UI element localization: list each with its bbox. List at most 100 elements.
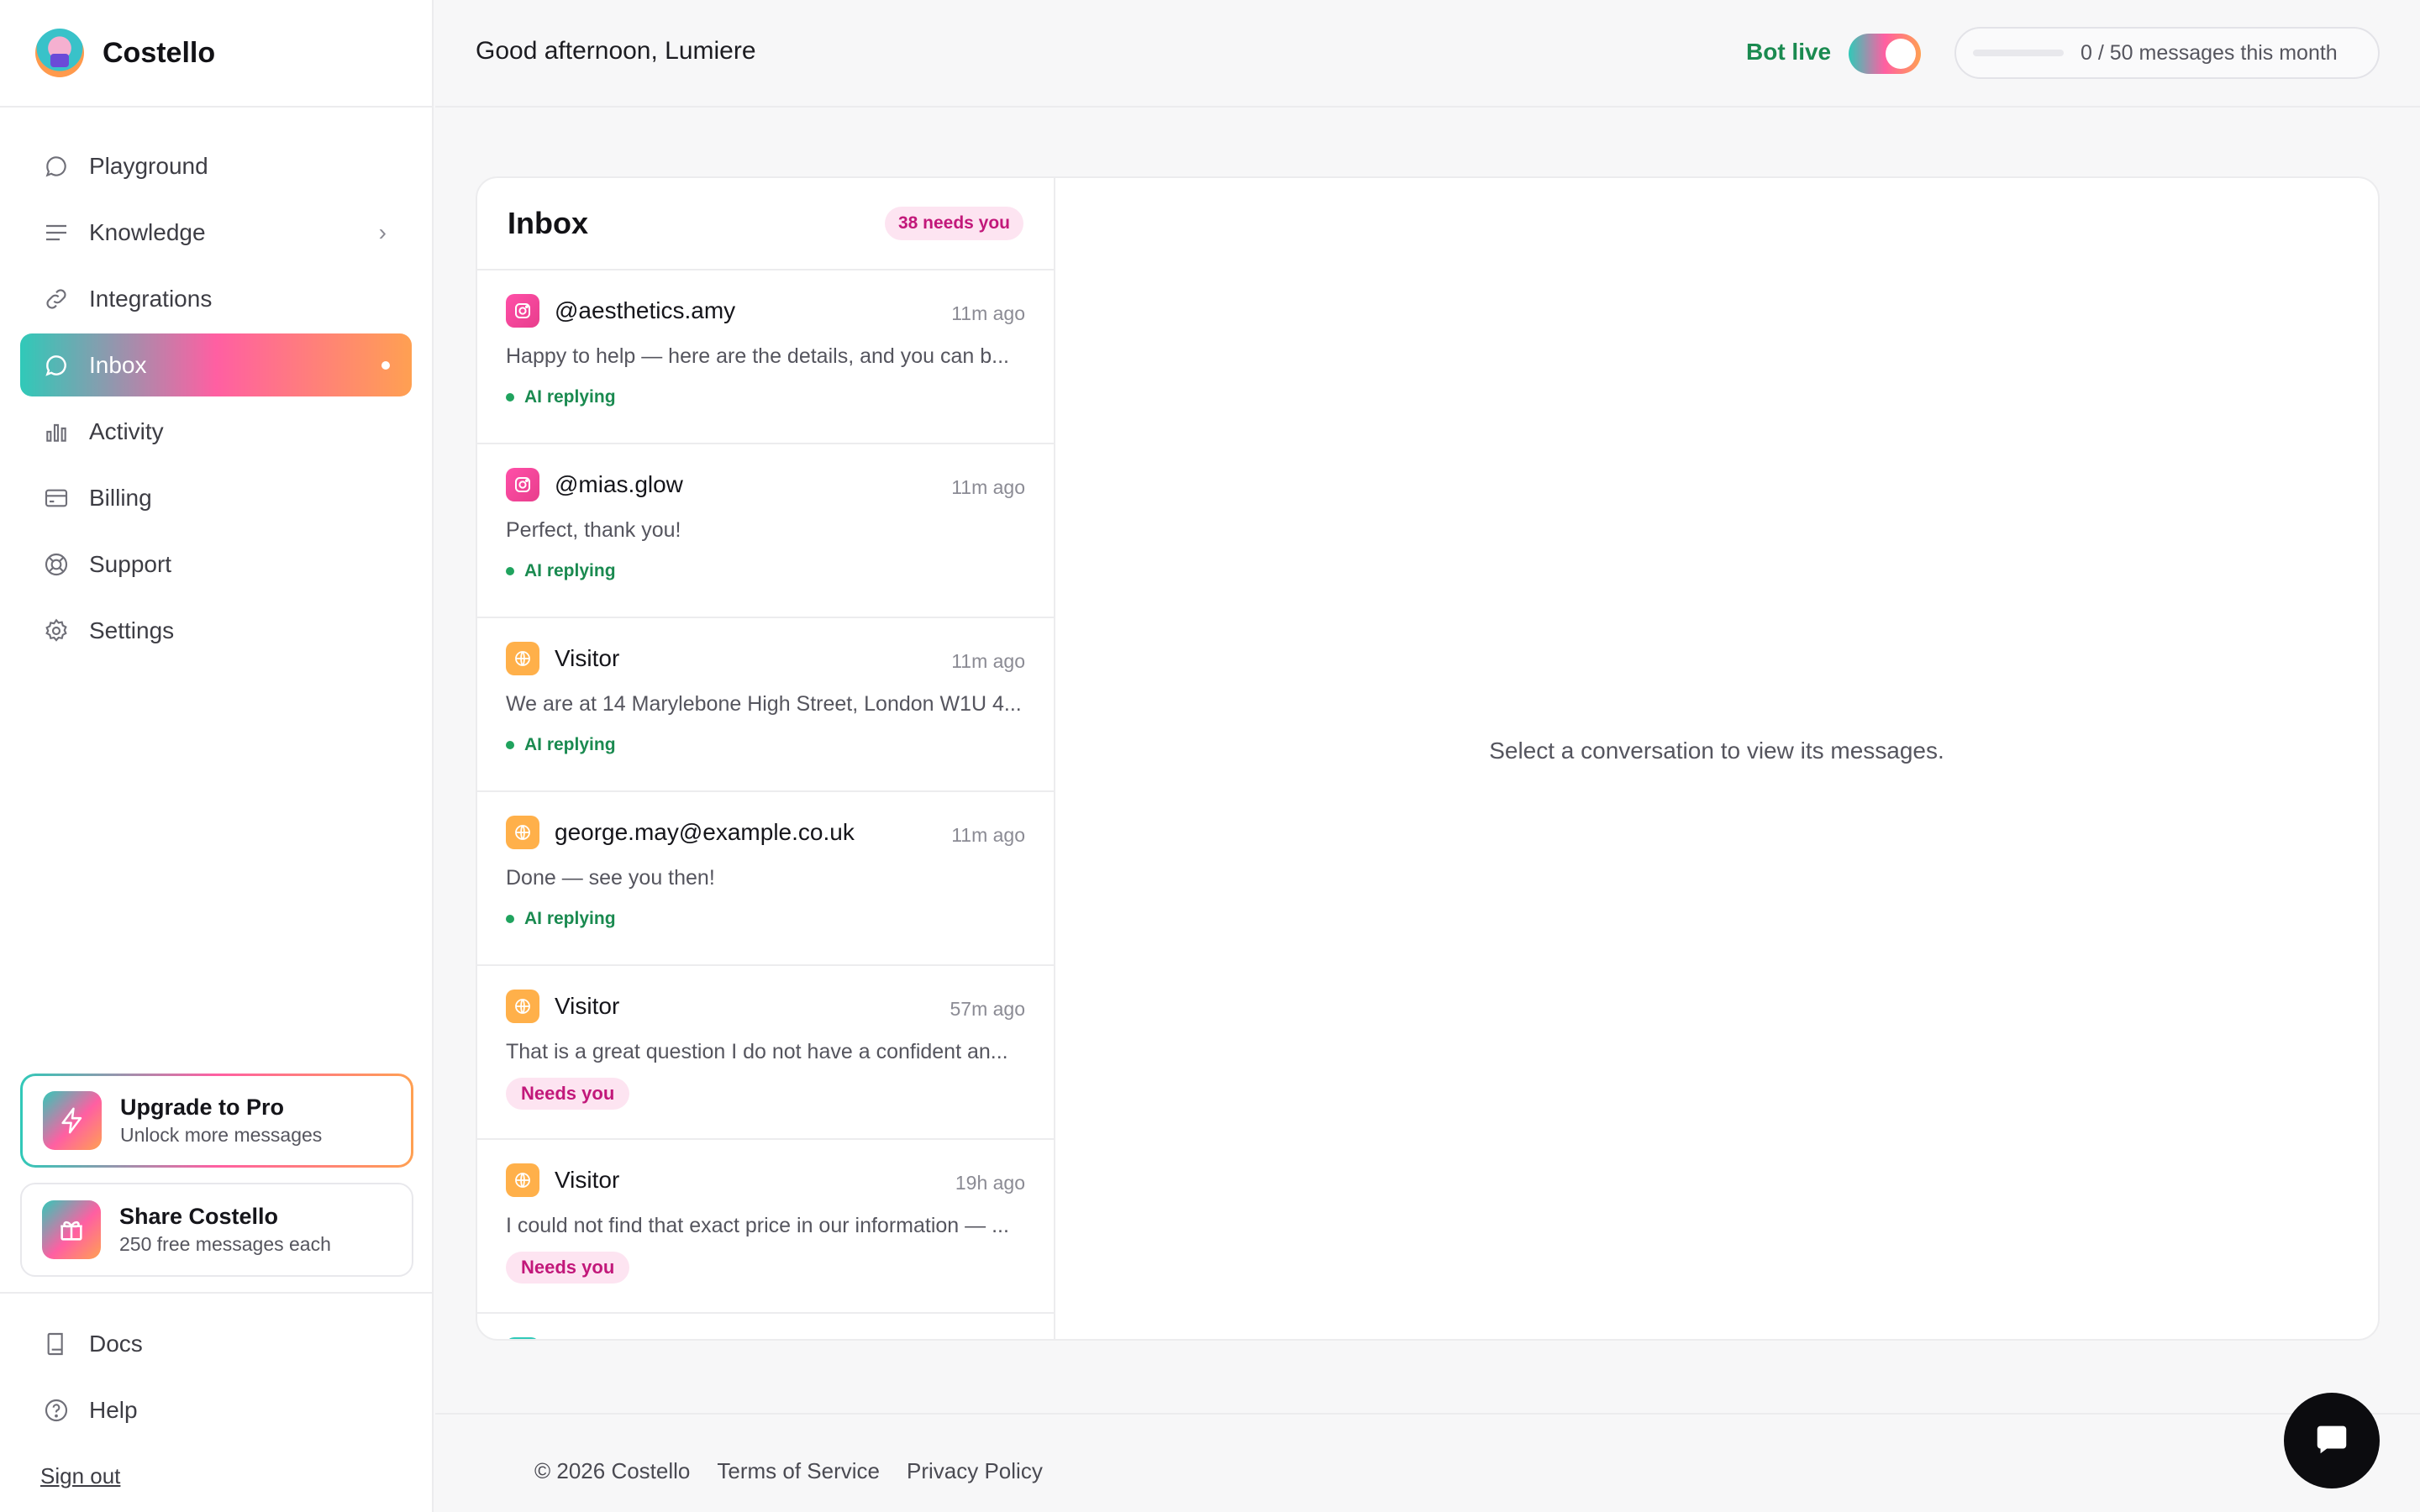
card-icon [42, 484, 71, 512]
ai-replying-status: AI replying [506, 387, 1025, 407]
sidebar-item-knowledge[interactable]: Knowledge › [20, 201, 412, 264]
footer-divider [435, 1413, 2420, 1415]
globe-icon [506, 816, 539, 849]
chat-launcher-button[interactable] [2284, 1393, 2380, 1488]
needs-you-status: Needs you [506, 1252, 630, 1284]
conversation-preview: Done — see you then! [506, 866, 715, 890]
inbox-title: Inbox [508, 206, 588, 240]
top-header: Good afternoon, Lumiere Bot live 0 / 50 … [435, 0, 2420, 108]
sidebar-item-help[interactable]: Help [20, 1378, 413, 1441]
upgrade-subtitle: Unlock more messages [120, 1124, 323, 1146]
usage-text: 0 / 50 messages this month [2081, 40, 2338, 65]
bot-live-toggle[interactable] [1849, 34, 1921, 74]
gift-icon [42, 1200, 101, 1259]
costello-logo-icon [35, 29, 84, 77]
sidebar-item-billing[interactable]: Billing [20, 466, 412, 529]
lines-icon [42, 218, 71, 247]
sidebar-item-label: Help [89, 1396, 138, 1423]
lifebuoy-icon [42, 550, 71, 579]
sidebar-item-label: Integrations [89, 285, 213, 312]
toggle-knob [1886, 39, 1916, 69]
inbox-panel: Inbox 38 needs you @aesthetics.amy 11m a… [476, 176, 2380, 1341]
inbox-header: Inbox 38 needs you [477, 178, 1054, 270]
conversation-name: george.may@example.co.uk [555, 819, 855, 845]
conversation-item-partial[interactable] [477, 1314, 1054, 1339]
bottom-nav: Docs Help [0, 1312, 434, 1445]
copyright-text: © 2026 Costello [534, 1458, 691, 1483]
upgrade-to-pro-card[interactable]: Upgrade to Pro Unlock more messages [20, 1074, 413, 1168]
needs-you-badge[interactable]: 38 needs you [884, 207, 1023, 240]
terms-of-service-link[interactable]: Terms of Service [717, 1458, 880, 1484]
sidebar-item-docs[interactable]: Docs [20, 1312, 413, 1375]
globe-icon [506, 642, 539, 675]
conversation-preview: Happy to help — here are the details, an… [506, 344, 1009, 368]
greeting: Good afternoon, Lumiere [476, 37, 756, 65]
conversation-preview: I could not find that exact price in our… [506, 1214, 1009, 1237]
chat-bubble-icon [2312, 1420, 2351, 1462]
sidebar-item-label: Knowledge [89, 218, 206, 245]
globe-icon [506, 990, 539, 1023]
conversation-name: Visitor [555, 993, 620, 1019]
sidebar: Costello Playground Knowledge › Integrat… [0, 0, 434, 1512]
chevron-right-icon: › [378, 218, 387, 245]
sidebar-divider [0, 1292, 434, 1294]
chat-bubble-icon [42, 152, 71, 181]
conversation-time: 11m ago [951, 824, 1025, 846]
sidebar-item-support[interactable]: Support [20, 533, 412, 596]
conversation-item[interactable]: george.may@example.co.uk 11m ago Done — … [477, 792, 1054, 966]
globe-icon [506, 1163, 539, 1197]
conversation-time: 11m ago [951, 302, 1025, 324]
main-nav: Playground Knowledge › Integrations Inbo… [0, 108, 432, 662]
conversation-item[interactable]: Visitor 19h ago I could not find that ex… [477, 1140, 1054, 1314]
conversation-time: 11m ago [951, 650, 1025, 672]
sidebar-item-settings[interactable]: Settings [20, 599, 412, 662]
sidebar-item-label: Activity [89, 417, 164, 444]
usage-progress-bar [1973, 50, 2064, 56]
conversation-time: 19h ago [955, 1172, 1025, 1194]
conversation-item[interactable]: @aesthetics.amy 11m ago Happy to help — … [477, 270, 1054, 444]
sidebar-item-activity[interactable]: Activity [20, 400, 412, 463]
sidebar-item-label: Billing [89, 484, 152, 511]
conversation-name: Visitor [555, 645, 620, 671]
sidebar-item-integrations[interactable]: Integrations [20, 267, 412, 330]
book-icon [42, 1330, 71, 1358]
conversation-item[interactable]: Visitor 11m ago We are at 14 Marylebone … [477, 618, 1054, 792]
sidebar-item-label: Docs [89, 1330, 143, 1357]
brand-name: Costello [103, 36, 216, 69]
conversation-list: Inbox 38 needs you @aesthetics.amy 11m a… [477, 178, 1055, 1339]
sidebar-item-playground[interactable]: Playground [20, 134, 412, 197]
conversation-item[interactable]: @mias.glow 11m ago Perfect, thank you! A… [477, 444, 1054, 618]
instagram-icon [506, 294, 539, 328]
gear-icon [42, 617, 71, 645]
ai-replying-status: AI replying [506, 561, 1025, 581]
sidebar-item-label: Settings [89, 617, 175, 643]
conversation-name: @aesthetics.amy [555, 297, 736, 323]
conversation-preview: That is a great question I do not have a… [506, 1040, 1008, 1063]
sidebar-item-label: Inbox [89, 351, 147, 378]
ai-replying-status: AI replying [506, 909, 1025, 929]
brand[interactable]: Costello [0, 0, 432, 108]
upgrade-title: Upgrade to Pro [120, 1095, 285, 1120]
empty-conversation-message: Select a conversation to view its messag… [1489, 738, 1944, 764]
usage-meter: 0 / 50 messages this month [1954, 27, 2380, 79]
share-costello-card[interactable]: Share Costello 250 free messages each [20, 1183, 413, 1277]
sidebar-item-label: Support [89, 550, 172, 577]
sidebar-item-inbox[interactable]: Inbox [20, 333, 412, 396]
chat-bubble-icon [42, 351, 71, 380]
share-subtitle: 250 free messages each [119, 1233, 331, 1255]
instagram-icon [506, 468, 539, 501]
sidebar-item-label: Playground [89, 152, 208, 179]
conversation-name: Visitor [555, 1167, 620, 1193]
lightning-icon [43, 1091, 102, 1150]
needs-you-status: Needs you [506, 1078, 630, 1110]
conversation-item[interactable]: Visitor 57m ago That is a great question… [477, 966, 1054, 1140]
bar-chart-icon [42, 417, 71, 446]
link-icon [42, 285, 71, 313]
conversation-preview: We are at 14 Marylebone High Street, Lon… [506, 692, 1022, 716]
ai-replying-status: AI replying [506, 735, 1025, 755]
privacy-policy-link[interactable]: Privacy Policy [907, 1458, 1043, 1484]
conversation-time: 11m ago [951, 476, 1025, 498]
sign-out-link[interactable]: Sign out [40, 1463, 120, 1489]
conversation-time: 57m ago [950, 998, 1025, 1020]
question-circle-icon [42, 1396, 71, 1425]
